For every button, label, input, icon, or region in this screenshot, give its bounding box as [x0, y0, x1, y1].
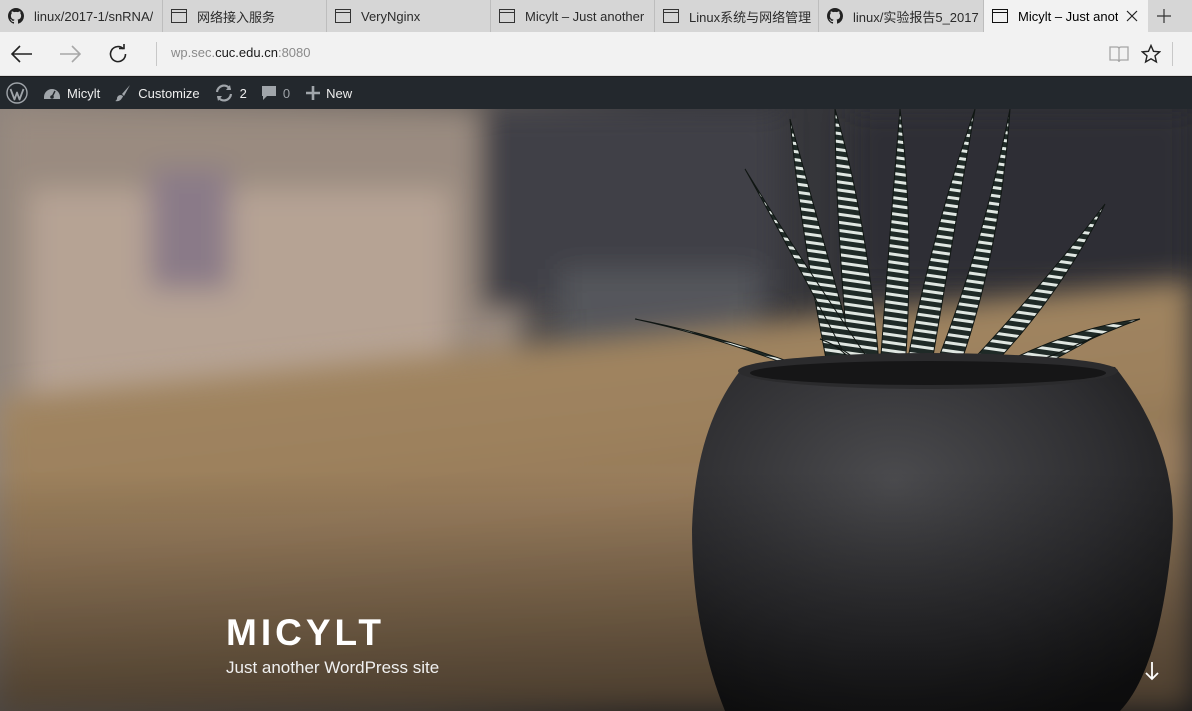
book-icon — [1109, 46, 1129, 63]
back-button[interactable] — [6, 38, 38, 70]
update-icon — [215, 84, 232, 102]
separator — [156, 42, 157, 66]
url-prefix: wp.sec. — [171, 45, 216, 60]
updates-link[interactable]: 2 — [207, 77, 254, 109]
favorite-button[interactable] — [1135, 38, 1167, 70]
wordpress-logo-icon — [6, 82, 28, 104]
github-icon — [8, 8, 24, 24]
site-title[interactable]: MICYLT — [226, 612, 385, 654]
tab-1[interactable]: linux/2017-1/snRNA/ — [0, 0, 163, 32]
forward-button[interactable] — [54, 38, 86, 70]
tab-6[interactable]: linux/实验报告5_2017 — [819, 0, 984, 32]
arrow-down-icon — [1145, 662, 1159, 681]
refresh-button[interactable] — [102, 38, 134, 70]
navigation-bar: wp.sec.cuc.edu.cn:8080 — [0, 32, 1192, 76]
page-icon — [171, 8, 187, 24]
header-hero: MICYLT Just another WordPress site — [0, 109, 1192, 711]
tab-title: 网络接入服务 — [197, 9, 276, 25]
tab-strip: linux/2017-1/snRNA/ 网络接入服务 VeryNginx Mic… — [0, 0, 1192, 32]
customize-label: Customize — [138, 85, 200, 101]
reading-view-button[interactable] — [1103, 38, 1135, 70]
tab-title: VeryNginx — [361, 8, 421, 24]
page-icon — [335, 8, 351, 24]
site-description: Just another WordPress site — [226, 658, 440, 677]
tab-title: Micylt – Just another — [525, 8, 645, 24]
close-icon[interactable] — [1124, 8, 1140, 24]
tab-title: Linux系统与网络管理 — [689, 9, 812, 25]
site-name: Micylt — [67, 85, 101, 101]
comments-count: 0 — [282, 85, 291, 101]
dashboard-icon — [44, 89, 60, 99]
header-image — [0, 109, 1192, 711]
github-icon — [827, 8, 843, 24]
address-field[interactable]: wp.sec.cuc.edu.cn:8080 — [171, 45, 311, 60]
paintbrush-icon — [115, 85, 131, 102]
new-content-menu[interactable]: New — [297, 77, 359, 109]
arrow-left-icon — [11, 45, 32, 63]
site-name-menu[interactable]: Micylt — [36, 77, 107, 109]
tab-3[interactable]: VeryNginx — [327, 0, 491, 32]
page-icon — [499, 8, 515, 24]
tab-title: linux/实验报告5_2017 — [853, 9, 979, 25]
comments-link[interactable]: 0 — [254, 77, 297, 109]
star-icon — [1141, 44, 1161, 64]
plus-icon — [306, 86, 321, 100]
wordpress-menu[interactable] — [0, 77, 36, 109]
tab-title: Micylt – Just anot — [1018, 8, 1119, 24]
url-port: :8080 — [277, 45, 311, 60]
wp-admin-bar: Micylt Customize 2 0 New — [0, 77, 1192, 109]
tab-title: linux/2017-1/snRNA/ — [34, 8, 154, 24]
tab-2[interactable]: 网络接入服务 — [163, 0, 327, 32]
comment-icon — [261, 86, 276, 100]
tab-5[interactable]: Linux系统与网络管理 — [655, 0, 819, 32]
arrow-right-icon — [60, 45, 81, 63]
scroll-down-button[interactable] — [1140, 659, 1164, 683]
page-icon — [663, 8, 679, 24]
url-host: cuc.edu.cn — [215, 45, 278, 60]
new-tab-button[interactable] — [1148, 0, 1180, 32]
page-icon — [992, 8, 1008, 24]
customize-link[interactable]: Customize — [107, 77, 206, 109]
separator — [1172, 42, 1173, 66]
updates-count: 2 — [239, 85, 247, 101]
tab-4[interactable]: Micylt – Just another — [491, 0, 655, 32]
new-label: New — [326, 85, 353, 101]
tab-7-active[interactable]: Micylt – Just anot — [984, 0, 1148, 32]
refresh-icon — [109, 44, 127, 63]
plus-icon — [1157, 9, 1171, 23]
